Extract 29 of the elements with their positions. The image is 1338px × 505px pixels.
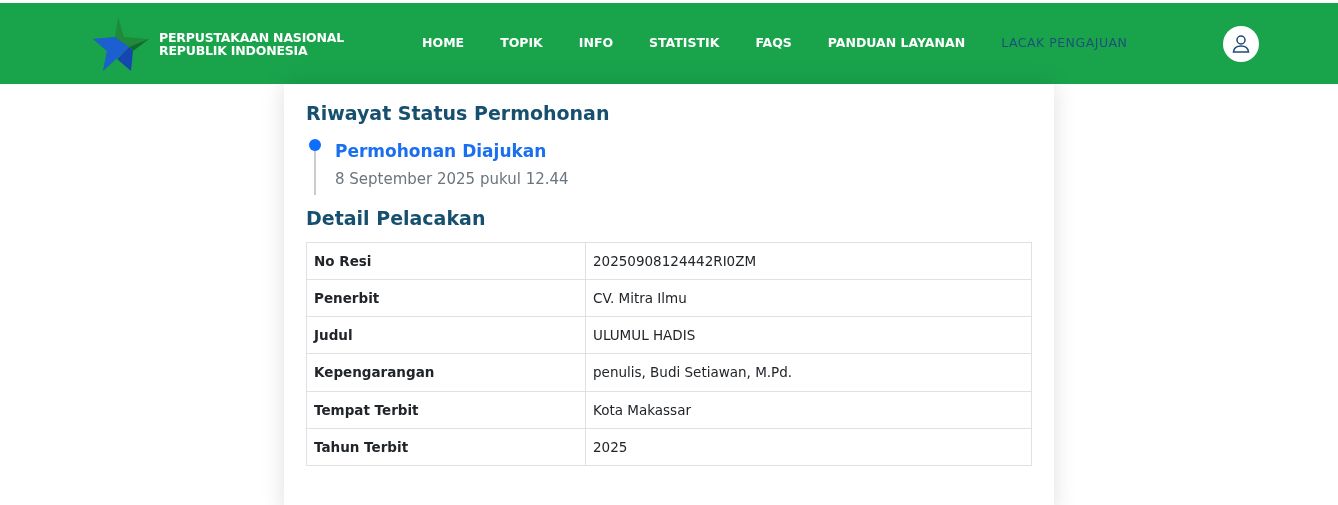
nav-link[interactable]: HOME — [422, 34, 465, 53]
brand-name: PERPUSTAKAAN NASIONAL — [159, 30, 345, 44]
table-label: Tahun Terbit — [306, 428, 586, 466]
table-cell: 2025 — [585, 428, 1032, 466]
table-cell: CV. Mitra Ilmu — [585, 279, 1032, 317]
table-cell: Kota Makassar — [585, 391, 1032, 429]
table-label: Tempat Terbit — [306, 391, 586, 429]
table-cell: penulis, Budi Setiawan, M.Pd. — [585, 353, 1032, 392]
section-title: Riwayat Status Permohonan — [306, 102, 611, 125]
nav-link[interactable]: STATISTIK — [649, 34, 720, 53]
nav-link[interactable]: TOPIK — [500, 34, 543, 53]
star-logo-icon — [93, 16, 151, 71]
table-label: Penerbit — [306, 279, 586, 317]
status-time: 8 September 2025 pukul 12.44 — [335, 169, 570, 191]
status-title: Permohonan Diajukan — [335, 139, 548, 163]
user-button[interactable] — [1223, 25, 1259, 62]
timeline-dot — [309, 138, 321, 151]
user-icon — [1232, 34, 1250, 53]
nav-link[interactable]: FAQS — [755, 34, 792, 53]
table-label: Judul — [306, 316, 586, 354]
brand-name: REPUBLIK INDONESIA — [159, 43, 309, 57]
nav-link[interactable]: PANDUAN LAYANAN — [827, 34, 966, 53]
nav-link[interactable]: INFO — [578, 34, 614, 53]
table-cell: 20250908124442RI0ZM — [585, 242, 1032, 280]
section-title: Detail Pelacakan — [306, 206, 487, 230]
table-cell: ULUMUL HADIS — [585, 316, 1032, 354]
nav-link[interactable]: LACAK PENGAJUAN — [1001, 34, 1128, 53]
table-label: Kepengarangan — [306, 353, 586, 392]
table-label: No Resi — [306, 242, 586, 280]
